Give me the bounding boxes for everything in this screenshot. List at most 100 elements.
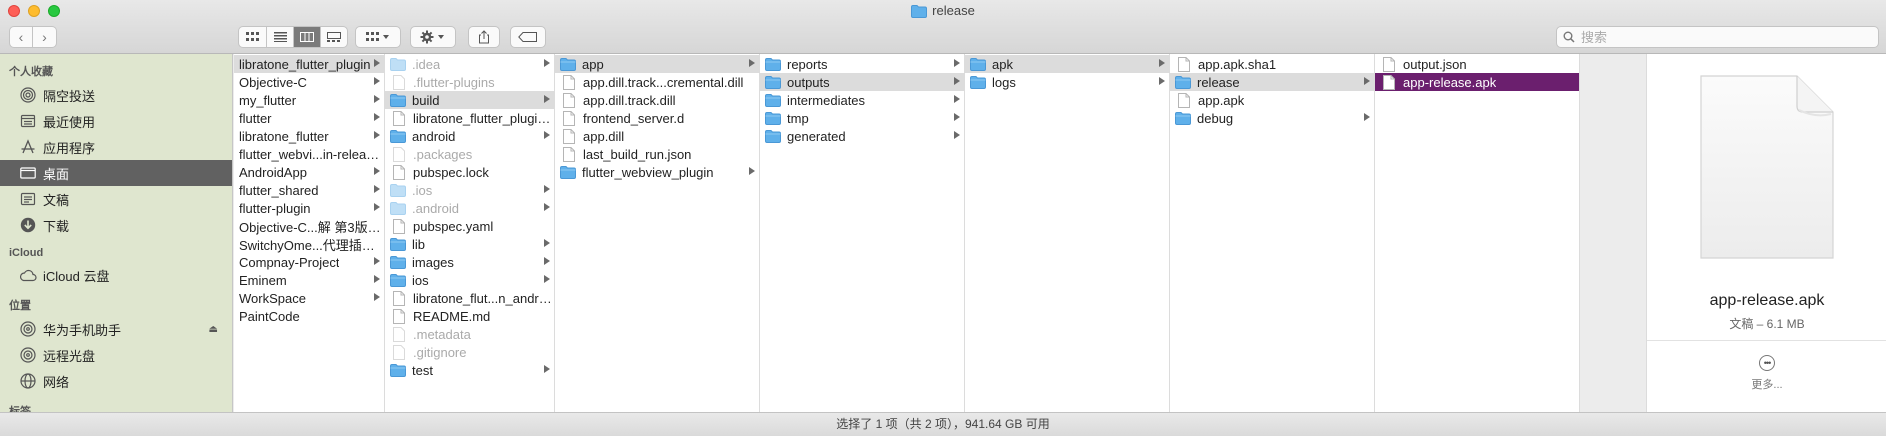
browser-column[interactable]: app.apk.sha1 release app.apk debug bbox=[1170, 54, 1375, 412]
action-menu[interactable] bbox=[410, 26, 456, 48]
folder-item[interactable]: android bbox=[385, 127, 554, 145]
browser-column[interactable]: apk logs bbox=[965, 54, 1170, 412]
file-item[interactable]: PaintCode bbox=[234, 307, 384, 325]
item-label: app-release.apk bbox=[1403, 74, 1497, 90]
sidebar-item[interactable]: 桌面 bbox=[0, 160, 232, 186]
item-label: intermediates bbox=[787, 92, 866, 108]
folder-icon bbox=[765, 111, 781, 125]
sidebar-item[interactable]: 应用程序 bbox=[0, 134, 232, 160]
group-button[interactable] bbox=[356, 27, 400, 47]
file-item[interactable]: app-release.apk bbox=[1375, 73, 1579, 91]
file-item[interactable]: my_flutter bbox=[234, 91, 384, 109]
folder-item[interactable]: build bbox=[385, 91, 554, 109]
file-item[interactable]: Compnay-Project bbox=[234, 253, 384, 271]
folder-item[interactable]: outputs bbox=[760, 73, 964, 91]
item-label: Objective-C...解 第3版.pdf bbox=[239, 219, 384, 235]
file-item[interactable]: flutter_shared bbox=[234, 181, 384, 199]
file-item[interactable]: app.dill.track...cremental.dill bbox=[555, 73, 759, 91]
folder-item[interactable]: tmp bbox=[760, 109, 964, 127]
folder-item[interactable]: generated bbox=[760, 127, 964, 145]
list-view-button[interactable] bbox=[266, 27, 293, 47]
file-item[interactable]: app.dill bbox=[555, 127, 759, 145]
folder-item[interactable]: app bbox=[555, 55, 759, 73]
folder-item[interactable]: lib bbox=[385, 235, 554, 253]
share-button[interactable] bbox=[469, 27, 499, 47]
file-item[interactable]: libratone_flutter bbox=[234, 127, 384, 145]
folder-item[interactable]: ios bbox=[385, 271, 554, 289]
folder-item[interactable]: flutter_webview_plugin bbox=[555, 163, 759, 181]
icon-view-button[interactable] bbox=[239, 27, 266, 47]
folder-item[interactable]: intermediates bbox=[760, 91, 964, 109]
file-item[interactable]: app.dill.track.dill bbox=[555, 91, 759, 109]
tag-button[interactable] bbox=[511, 27, 545, 47]
file-item[interactable]: pubspec.yaml bbox=[385, 217, 554, 235]
sidebar-item-label: 文稿 bbox=[43, 192, 70, 208]
folder-item[interactable]: .idea bbox=[385, 55, 554, 73]
title-bar: release ‹ › bbox=[0, 0, 1886, 54]
browser-column[interactable]: reports outputs intermediates tmp generated bbox=[760, 54, 965, 412]
folder-item[interactable]: logs bbox=[965, 73, 1169, 91]
sidebar-item[interactable]: 下载 bbox=[0, 212, 232, 238]
back-button[interactable]: ‹ bbox=[9, 26, 33, 48]
action-button[interactable] bbox=[411, 27, 455, 47]
file-item[interactable]: flutter_webvi...in-release.aar bbox=[234, 145, 384, 163]
file-item[interactable]: frontend_server.d bbox=[555, 109, 759, 127]
file-item[interactable]: flutter-plugin bbox=[234, 199, 384, 217]
sidebar-item[interactable]: 远程光盘 bbox=[0, 342, 232, 368]
document-icon bbox=[563, 74, 575, 90]
file-item[interactable]: pubspec.lock bbox=[385, 163, 554, 181]
file-item[interactable]: libratone_flutter_plugin bbox=[234, 55, 384, 73]
file-item[interactable]: SwitchyOme...代理插件.crx bbox=[234, 235, 384, 253]
file-item[interactable]: AndroidApp bbox=[234, 163, 384, 181]
more-icon[interactable]: ••• bbox=[1759, 355, 1775, 371]
file-item[interactable]: README.md bbox=[385, 307, 554, 325]
group-by-dropdown[interactable] bbox=[355, 26, 401, 48]
file-item[interactable]: Objective-C bbox=[234, 73, 384, 91]
sidebar-item[interactable]: 网络 bbox=[0, 368, 232, 394]
column-view-button[interactable] bbox=[293, 27, 320, 47]
folder-item[interactable]: .ios bbox=[385, 181, 554, 199]
folder-item[interactable]: test bbox=[385, 361, 554, 379]
preview-divider bbox=[1647, 340, 1886, 341]
disk-icon bbox=[18, 320, 38, 338]
sidebar-item[interactable]: 隔空投送 bbox=[0, 82, 232, 108]
browser-column[interactable]: .idea .flutter-plugins build libratone_flut… bbox=[385, 54, 555, 412]
forward-button[interactable]: › bbox=[33, 26, 57, 48]
gallery-view-button[interactable] bbox=[320, 27, 347, 47]
file-item[interactable]: flutter bbox=[234, 109, 384, 127]
file-item[interactable]: app.apk bbox=[1170, 91, 1374, 109]
file-item[interactable]: .flutter-plugins bbox=[385, 73, 554, 91]
folder-item[interactable]: apk bbox=[965, 55, 1169, 73]
file-item[interactable]: Objective-C...解 第3版.pdf bbox=[234, 217, 384, 235]
file-item[interactable]: Eminem bbox=[234, 271, 384, 289]
search-field[interactable] bbox=[1556, 26, 1879, 48]
file-item[interactable]: libratone_flut...n_android.iml bbox=[385, 289, 554, 307]
folder-item[interactable]: reports bbox=[760, 55, 964, 73]
document-icon bbox=[1178, 56, 1190, 72]
search-input[interactable] bbox=[1581, 29, 1861, 45]
sidebar-item[interactable]: 最近使用 bbox=[0, 108, 232, 134]
folder-item[interactable]: release bbox=[1170, 73, 1374, 91]
browser-column[interactable]: output.json app-release.apk bbox=[1375, 54, 1580, 412]
sidebar-item[interactable]: 华为手机助手 ⏏ bbox=[0, 316, 232, 342]
sidebar-item[interactable]: 文稿 bbox=[0, 186, 232, 212]
eject-icon[interactable]: ⏏ bbox=[209, 324, 218, 335]
browser-column[interactable]: libratone_flutter_plugin Objective-C my_fl… bbox=[234, 54, 385, 412]
item-label: app.dill bbox=[583, 128, 625, 144]
file-item[interactable]: output.json bbox=[1375, 55, 1579, 73]
file-item[interactable]: last_build_run.json bbox=[555, 145, 759, 163]
folder-item[interactable]: images bbox=[385, 253, 554, 271]
browser-column[interactable]: app app.dill.track...cremental.dill app.di… bbox=[555, 54, 760, 412]
file-item[interactable]: .gitignore bbox=[385, 343, 554, 361]
document-icon bbox=[393, 326, 405, 342]
sidebar-item[interactable]: iCloud 云盘 bbox=[0, 262, 232, 288]
file-item[interactable]: app.apk.sha1 bbox=[1170, 55, 1374, 73]
file-item[interactable]: libratone_flutter_plugin.iml bbox=[385, 109, 554, 127]
folder-item[interactable]: .android bbox=[385, 199, 554, 217]
document-icon bbox=[393, 74, 405, 90]
folder-item[interactable]: debug bbox=[1170, 109, 1374, 127]
file-item[interactable]: WorkSpace bbox=[234, 289, 384, 307]
file-item[interactable]: .packages bbox=[385, 145, 554, 163]
more-link[interactable]: 更多... bbox=[1647, 376, 1886, 392]
file-item[interactable]: .metadata bbox=[385, 325, 554, 343]
